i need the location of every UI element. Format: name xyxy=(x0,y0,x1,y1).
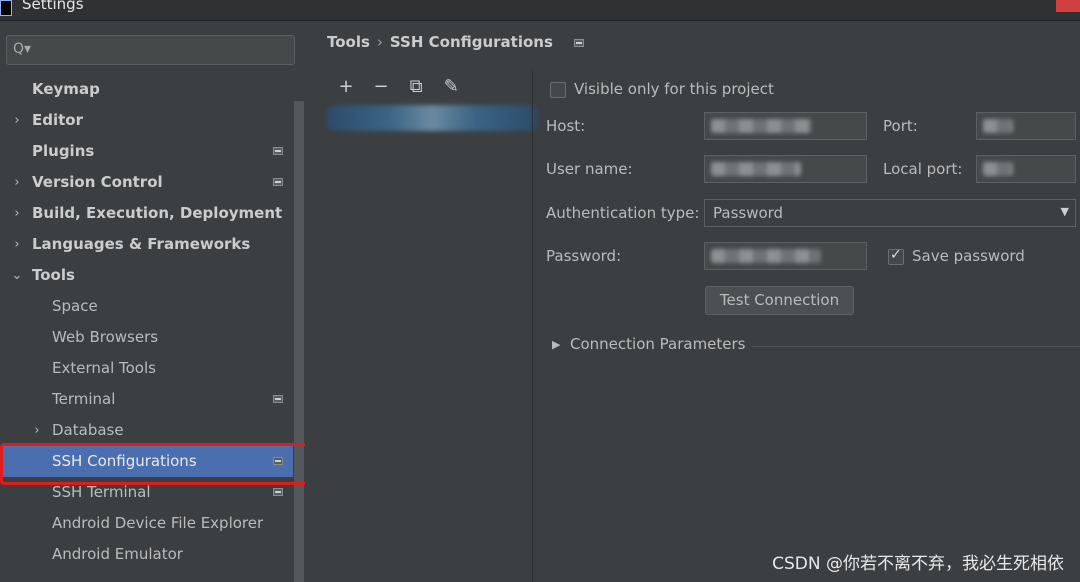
sidebar-item-android-emulator[interactable]: Android Emulator xyxy=(0,539,293,570)
local-port-input[interactable] xyxy=(976,155,1076,183)
sidebar-item-ssh-configurations[interactable]: SSH Configurations xyxy=(0,446,293,477)
breadcrumb-parent[interactable]: Tools xyxy=(327,33,370,51)
watermark-text: CSDN @你若不离不弃，我必生死相依 xyxy=(772,554,1064,574)
sidebar-item-external-tools[interactable]: External Tools xyxy=(0,353,293,384)
port-input[interactable] xyxy=(976,112,1076,140)
chevron-right-icon[interactable]: › xyxy=(30,415,44,446)
ssh-config-form: Visible only for this project Host: Port… xyxy=(546,71,1080,582)
sidebar-item-label: Plugins xyxy=(32,142,95,160)
visible-only-label: Visible only for this project xyxy=(574,80,774,98)
chevron-down-icon[interactable]: ⌄ xyxy=(10,260,24,291)
settings-tree: Keymap › Editor Plugins › Version Contro… xyxy=(0,74,293,570)
username-label: User name: xyxy=(546,160,633,178)
port-value-redacted xyxy=(983,119,1013,133)
sidebar-item-label: Languages & Frameworks xyxy=(32,235,251,253)
sidebar-item-label: Build, Execution, Deployment xyxy=(32,204,283,222)
password-label: Password: xyxy=(546,247,622,265)
username-input[interactable] xyxy=(704,155,867,183)
sidebar-item-label: SSH Configurations xyxy=(52,452,197,470)
local-port-value-redacted xyxy=(983,162,1013,176)
add-icon[interactable]: + xyxy=(333,75,359,99)
project-settings-icon xyxy=(273,457,283,465)
sidebar-item-label: Editor xyxy=(32,111,83,129)
chevron-right-icon[interactable]: ▶ xyxy=(552,338,560,351)
sidebar-item-editor[interactable]: › Editor xyxy=(0,105,293,136)
breadcrumb: Tools › SSH Configurations xyxy=(327,33,585,51)
connection-parameters-label: Connection Parameters xyxy=(570,335,746,353)
sidebar-item-label: Web Browsers xyxy=(52,328,159,346)
sidebar-item-label: Database xyxy=(52,421,124,439)
chevron-right-icon[interactable]: › xyxy=(10,105,24,136)
sidebar-item-android-device-file-explorer[interactable]: Android Device File Explorer xyxy=(0,508,293,539)
auth-type-select[interactable]: Password ▼ xyxy=(704,199,1076,227)
project-settings-icon xyxy=(273,178,283,186)
sidebar-item-label: Android Emulator xyxy=(52,545,183,563)
save-password-label: Save password xyxy=(912,247,1025,265)
sidebar-scrollbar[interactable] xyxy=(294,101,304,582)
copy-icon[interactable]: ⧉ xyxy=(403,75,429,99)
host-input[interactable] xyxy=(704,112,867,140)
chevron-right-icon[interactable]: › xyxy=(10,198,24,229)
local-port-label: Local port: xyxy=(883,160,963,178)
sidebar-item-web-browsers[interactable]: Web Browsers xyxy=(0,322,293,353)
auth-type-label: Authentication type: xyxy=(546,204,700,222)
sidebar-item-label: External Tools xyxy=(52,359,156,377)
username-value-redacted xyxy=(711,162,801,176)
connection-parameters-section[interactable]: ▶ Connection Parameters xyxy=(552,335,1080,357)
sidebar-item-database[interactable]: › Database xyxy=(0,415,293,446)
sidebar-item-label: Keymap xyxy=(32,80,100,98)
breadcrumb-separator: › xyxy=(376,33,383,51)
sidebar-item-tools[interactable]: ⌄ Tools xyxy=(0,260,293,291)
auth-type-value: Password xyxy=(713,204,784,222)
title-bar: Settings xyxy=(0,0,1080,21)
search-icon: Q▾ xyxy=(13,41,32,57)
settings-content: Tools › SSH Configurations + − ⧉ ✎ Visible… xyxy=(305,21,1080,582)
project-settings-icon xyxy=(273,147,283,155)
app-logo-icon xyxy=(0,0,12,16)
sidebar-item-label: Tools xyxy=(32,266,75,284)
project-settings-icon xyxy=(273,395,283,403)
list-toolbar: + − ⧉ ✎ xyxy=(333,75,468,99)
sidebar-item-label: Terminal xyxy=(52,390,116,408)
save-password-checkbox[interactable] xyxy=(888,247,904,265)
project-settings-icon xyxy=(574,39,585,47)
project-settings-icon xyxy=(273,488,283,496)
sidebar-item-space[interactable]: Space xyxy=(0,291,293,322)
sidebar-item-label: Android Device File Explorer xyxy=(52,514,264,532)
sidebar-item-build-execution-deployment[interactable]: › Build, Execution, Deployment xyxy=(0,198,293,229)
host-value-redacted xyxy=(711,119,811,133)
sidebar-item-version-control[interactable]: › Version Control xyxy=(0,167,293,198)
sidebar-item-ssh-terminal[interactable]: SSH Terminal xyxy=(0,477,293,508)
section-divider xyxy=(752,346,1080,347)
edit-icon[interactable]: ✎ xyxy=(438,75,464,99)
password-input[interactable] xyxy=(704,242,867,270)
ssh-config-list-panel: + − ⧉ ✎ xyxy=(327,71,537,582)
sidebar-item-keymap[interactable]: Keymap xyxy=(0,74,293,105)
chevron-right-icon[interactable]: › xyxy=(10,229,24,260)
settings-sidebar: Q▾ Keymap › Editor Plugins › Version Con… xyxy=(0,21,305,582)
ssh-config-list-item[interactable] xyxy=(327,105,537,131)
sidebar-item-plugins[interactable]: Plugins xyxy=(0,136,293,167)
sidebar-item-label: Space xyxy=(52,297,98,315)
host-label: Host: xyxy=(546,117,586,135)
close-window-button[interactable] xyxy=(1056,0,1080,12)
settings-search-input[interactable]: Q▾ xyxy=(6,35,295,65)
test-connection-button[interactable]: Test Connection xyxy=(705,286,854,315)
panel-divider[interactable] xyxy=(532,71,533,582)
port-label: Port: xyxy=(883,117,918,135)
sidebar-item-languages-frameworks[interactable]: › Languages & Frameworks xyxy=(0,229,293,260)
window-title: Settings xyxy=(22,0,84,13)
remove-icon[interactable]: − xyxy=(368,75,394,99)
sidebar-item-label: SSH Terminal xyxy=(52,483,151,501)
sidebar-item-label: Version Control xyxy=(32,173,163,191)
breadcrumb-current: SSH Configurations xyxy=(389,33,553,51)
visible-only-checkbox[interactable] xyxy=(550,82,566,98)
sidebar-item-terminal[interactable]: Terminal xyxy=(0,384,293,415)
chevron-down-icon: ▼ xyxy=(1060,205,1069,218)
password-value-redacted xyxy=(711,249,821,263)
chevron-right-icon[interactable]: › xyxy=(10,167,24,198)
